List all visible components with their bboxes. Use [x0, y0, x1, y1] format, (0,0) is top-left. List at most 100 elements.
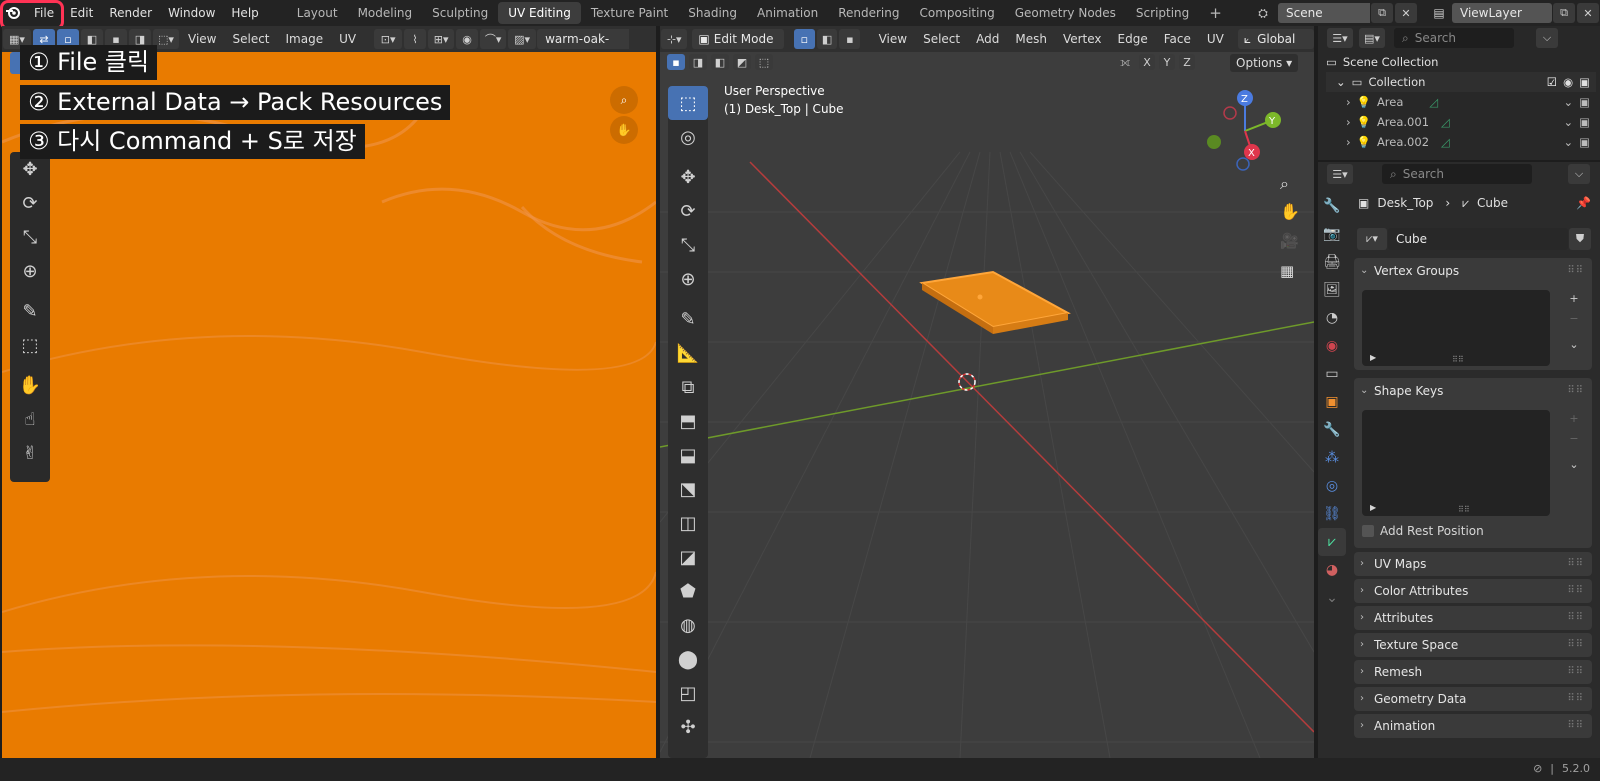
uv-menu-select[interactable]: Select — [224, 32, 277, 46]
collection-tab-icon[interactable]: ▭ — [1318, 360, 1346, 388]
attributes-panel[interactable]: › Attributes ⠿⠿ — [1354, 606, 1592, 630]
mode-dropdown[interactable]: ▣ Edit Mode — [692, 29, 784, 49]
rotate-tool-icon[interactable]: ⟳ — [668, 194, 708, 228]
tab-layout[interactable]: Layout — [287, 2, 348, 24]
drag-grip-icon[interactable]: ⠿⠿ — [1567, 606, 1584, 630]
add-rest-position-row[interactable]: Add Rest Position — [1362, 524, 1484, 538]
mesh-name-field[interactable]: Cube — [1388, 228, 1568, 250]
delete-view-layer-icon[interactable]: ✕ — [1577, 3, 1599, 23]
properties-editor-type-icon[interactable]: ☰▾ — [1327, 164, 1353, 184]
camera-icon[interactable]: ▣ — [1579, 72, 1590, 92]
viewport-pan-icon[interactable]: ✋ — [1280, 202, 1300, 221]
tab-scripting[interactable]: Scripting — [1126, 2, 1199, 24]
animation-header[interactable]: › Animation ⠿⠿ — [1354, 714, 1592, 738]
orientation-dropdown[interactable]: ⟀ Global — [1237, 29, 1314, 49]
transform-tool-icon[interactable]: ⊕ — [668, 262, 708, 296]
mirror-x-button[interactable]: X — [1139, 54, 1155, 70]
loop-cut-tool-icon[interactable]: ◫ — [668, 506, 708, 540]
uv-maps-panel[interactable]: › UV Maps ⠿⠿ — [1354, 552, 1592, 576]
constraints-tab-icon[interactable]: ⛓ — [1318, 500, 1346, 528]
drag-grip-icon[interactable]: ⠿⠿ — [1567, 378, 1584, 404]
viewport-menu-edge[interactable]: Edge — [1110, 32, 1156, 46]
drag-grip-icon[interactable]: ⠿⠿ — [1567, 687, 1584, 711]
properties-options-icon[interactable]: ⌵ — [1568, 164, 1590, 184]
filter-icon[interactable]: ⌵ — [1536, 28, 1558, 48]
particles-tab-icon[interactable]: ⁂ — [1318, 444, 1346, 472]
select-box-icon[interactable]: ⬚ — [668, 86, 708, 120]
menu-help[interactable]: Help — [223, 0, 266, 26]
spin-tool-icon[interactable]: ◍ — [668, 608, 708, 642]
add-shape-key-icon[interactable]: + — [1563, 408, 1585, 428]
add-cube-tool-icon[interactable]: ⧉ — [668, 370, 708, 404]
expand-chevron-icon[interactable]: › — [1346, 112, 1351, 132]
tab-rendering[interactable]: Rendering — [828, 2, 909, 24]
object-tab-icon[interactable]: ▣ — [1318, 388, 1346, 416]
viewport-menu-vertex[interactable]: Vertex — [1055, 32, 1110, 46]
viewport-menu-select[interactable]: Select — [915, 32, 968, 46]
rip-tool-icon[interactable]: ⬚ — [10, 328, 50, 362]
shape-keys-list[interactable]: ▶ ⠿⠿ — [1362, 410, 1550, 516]
viewport-menu-add[interactable]: Add — [968, 32, 1007, 46]
select-extend-icon[interactable]: ◨ — [689, 54, 707, 70]
add-vertex-group-icon[interactable]: + — [1563, 288, 1585, 308]
select-intersect-icon[interactable]: ⬚ — [755, 54, 773, 70]
checkbox-icon[interactable]: ☑ — [1547, 72, 1557, 92]
move-tool-icon[interactable]: ✥ — [668, 160, 708, 194]
view-layer-icon[interactable]: ▤ — [1426, 6, 1452, 20]
menu-window[interactable]: Window — [160, 0, 223, 26]
remesh-header[interactable]: › Remesh ⠿⠿ — [1354, 660, 1592, 684]
drag-grip-icon[interactable]: ⠿⠿ — [1567, 579, 1584, 603]
viewport-editor-type-icon[interactable]: ⊹▾ — [661, 29, 688, 49]
uv-menu-image[interactable]: Image — [278, 32, 332, 46]
tab-geometry-nodes[interactable]: Geometry Nodes — [1005, 2, 1126, 24]
collection-row[interactable]: ⌄ ▭ Collection ☑ ◉ ▣ — [1326, 72, 1596, 92]
pin-icon[interactable]: 📌 — [1576, 196, 1591, 210]
snap-target-icon[interactable]: ⊞▾ — [428, 29, 455, 49]
measure-tool-icon[interactable]: 📐 — [668, 336, 708, 370]
edge-mode-icon[interactable]: ◧ — [816, 29, 838, 49]
list-resize-icon[interactable]: ⠿⠿ — [1458, 505, 1470, 514]
select-subtract-icon[interactable]: ◧ — [711, 54, 729, 70]
expand-chevron-icon[interactable]: › — [1346, 92, 1351, 112]
view-layer-field[interactable]: ViewLayer — [1452, 3, 1552, 23]
drag-grip-icon[interactable]: ⠿⠿ — [1567, 660, 1584, 684]
tab-animation[interactable]: Animation — [747, 2, 828, 24]
zoom-icon[interactable]: ⌕ — [610, 86, 638, 114]
shape-keys-header[interactable]: ⌄ Shape Keys ⠿⠿ — [1354, 378, 1592, 404]
color-attributes-panel[interactable]: › Color Attributes ⠿⠿ — [1354, 579, 1592, 603]
eye-hidden-icon[interactable]: ⌄ — [1563, 112, 1573, 132]
drag-grip-icon[interactable]: ⠿⠿ — [1567, 633, 1584, 657]
drag-grip-icon[interactable]: ⠿⠿ — [1567, 714, 1584, 738]
scene-field[interactable]: Scene — [1278, 3, 1370, 23]
eye-hidden-icon[interactable]: ⌄ — [1563, 132, 1573, 152]
world-tab-icon[interactable]: ◉ — [1318, 332, 1346, 360]
falloff-icon[interactable]: ⌒▾ — [480, 29, 507, 49]
outliner-search[interactable]: ⌕ Search — [1394, 28, 1514, 48]
mirror-y-button[interactable]: Y — [1159, 54, 1175, 70]
scene-collection-row[interactable]: ▭ Scene Collection — [1326, 52, 1438, 72]
texture-space-panel[interactable]: › Texture Space ⠿⠿ — [1354, 633, 1592, 657]
pan-icon[interactable]: ✋ — [610, 116, 638, 144]
tool-tab-icon[interactable]: 🔧 — [1318, 192, 1346, 220]
navigation-gizmo[interactable]: Z Y X — [1200, 86, 1290, 176]
image-browse-icon[interactable]: ▨▾ — [508, 29, 537, 49]
attributes-header[interactable]: › Attributes ⠿⠿ — [1354, 606, 1592, 630]
tab-sculpting[interactable]: Sculpting — [422, 2, 498, 24]
output-tab-icon[interactable]: 🖨 — [1318, 248, 1346, 276]
vertex-groups-header[interactable]: ⌄ Vertex Groups ⠿⠿ — [1354, 258, 1592, 284]
viewport-menu-mesh[interactable]: Mesh — [1007, 32, 1055, 46]
vertex-group-specials-icon[interactable]: ⌄ — [1563, 334, 1585, 354]
outliner-item[interactable]: › 💡 Area.001 ◿ ⌄ ▣ — [1346, 112, 1596, 132]
ortho-toggle-icon[interactable]: ▦ — [1280, 262, 1294, 280]
3d-viewport[interactable]: ▪ ◨ ◧ ◩ ⬚ ⟗ X Y Z Options ▾ ⬚ ◎ ✥ ⟳ ⤡ ⊕ … — [660, 52, 1314, 758]
outliner-item[interactable]: › 💡 Area ◿ ⌄ ▣ — [1346, 92, 1596, 112]
tab-shading[interactable]: Shading — [678, 2, 747, 24]
options-dropdown[interactable]: Options ▾ — [1230, 54, 1299, 72]
relax-tool-icon[interactable]: ☝ — [10, 402, 50, 436]
remesh-panel[interactable]: › Remesh ⠿⠿ — [1354, 660, 1592, 684]
eye-hidden-icon[interactable]: ⌄ — [1563, 92, 1573, 112]
transform-tool-icon[interactable]: ⊕ — [10, 254, 50, 288]
extrude-tool-icon[interactable]: ⬒ — [668, 404, 708, 438]
outliner-item[interactable]: › 💡 Area.002 ◿ ⌄ ▣ — [1346, 132, 1596, 152]
texture-space-header[interactable]: › Texture Space ⠿⠿ — [1354, 633, 1592, 657]
